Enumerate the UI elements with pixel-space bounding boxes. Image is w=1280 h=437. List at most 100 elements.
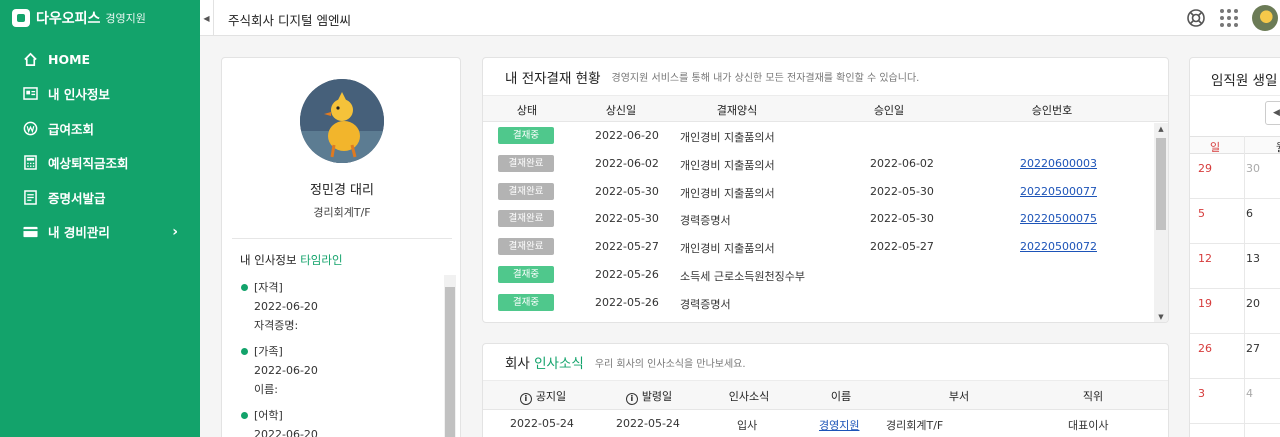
column-header-label: 발령일 <box>641 390 673 403</box>
calendar-week: 5 6 <box>1190 199 1280 244</box>
scrollbar-thumb[interactable] <box>445 287 455 437</box>
calendar-weekdays: 일 월 <box>1190 136 1280 154</box>
weekday-sun: 일 <box>1210 141 1221 154</box>
sidebar-item-severance[interactable]: 예상퇴직금조회 <box>0 146 200 181</box>
calendar-day[interactable]: 3 <box>1198 387 1205 400</box>
calendar-day[interactable]: 6 <box>1246 207 1253 220</box>
calendar-day[interactable]: 4 <box>1246 387 1253 400</box>
table-row[interactable]: 결재완료 2022-05-27 개인경비 지출품의서 2022-05-27 20… <box>483 233 1168 261</box>
info-icon[interactable]: i <box>625 393 638 405</box>
table-row[interactable]: 결재중 2022-06-20 개인경비 지출품의서 <box>483 122 1168 150</box>
sidebar-item-home[interactable]: HOME <box>0 42 200 77</box>
won-coin-icon <box>22 120 38 136</box>
notice-date: 2022-05-24 <box>510 417 574 430</box>
profile-card: 정민경 대리 경리회계T/F 내 인사정보 타임라인 [자격] 2022-06-… <box>221 57 461 437</box>
column-header: 상신일 <box>605 104 637 117</box>
brand-name: 다우오피스 <box>36 11 101 27</box>
form-name: 소득세 근로소득원천징수부 <box>680 269 805 283</box>
divider <box>1190 95 1280 96</box>
timeline-detail: 자격증명: <box>254 319 299 332</box>
calendar-day[interactable]: 12 <box>1198 252 1212 265</box>
news-table-header: i 공지일 i 발령일 인사소식 이름 부서 직위 <box>483 381 1168 410</box>
column-header: 승인일 <box>873 104 905 117</box>
company-name: 주식회사 디지털 엠엔씨 <box>228 13 351 28</box>
timeline-item[interactable]: [가족] 2022-06-20 이름: <box>240 342 440 399</box>
sidebar-item-label: 내 인사정보 <box>48 87 110 103</box>
scrollbar-thumb[interactable] <box>1156 138 1166 230</box>
calendar-day[interactable]: 30 <box>1246 162 1260 175</box>
sidebar-item-expense[interactable]: 내 경비관리 › <box>0 215 200 250</box>
approval-description: 경영지원 서비스를 통해 내가 상신한 모든 전자결재를 확인할 수 있습니다. <box>611 73 920 84</box>
sidebar-item-label: 내 경비관리 <box>48 225 110 241</box>
timeline-dot-icon <box>241 412 248 419</box>
wallet-icon <box>22 224 38 240</box>
sidebar-item-certificate[interactable]: 증명서발급 <box>0 180 200 215</box>
hr-timeline: [자격] 2022-06-20 자격증명: [가족] 2022-06-20 이름… <box>240 278 440 437</box>
user-avatar[interactable] <box>1252 5 1278 31</box>
calculator-icon <box>22 155 38 171</box>
timeline-scrollbar[interactable] <box>444 275 456 437</box>
sidebar-item-payroll[interactable]: 급여조회 <box>0 111 200 146</box>
status-badge: 결재완료 <box>498 210 554 228</box>
card-header: 회사 인사소식 우리 회사의 인사소식을 만나보세요. <box>483 344 1168 381</box>
approval-table-body: 결재중 2022-06-20 개인경비 지출품의서 결재완료 2022-06-0… <box>483 122 1168 317</box>
timeline-title-text: 내 인사정보 <box>240 253 297 267</box>
form-name: 개인경비 지출품의서 <box>680 158 775 172</box>
home-icon <box>22 51 38 67</box>
table-row[interactable]: 결재완료 2022-06-02 개인경비 지출품의서 2022-06-02 20… <box>483 150 1168 178</box>
employee-name-link[interactable]: 경영지원 <box>819 417 859 433</box>
prev-month-button[interactable]: ◀ <box>1265 101 1280 125</box>
profile-name: 정민경 대리 <box>310 183 374 198</box>
collapse-sidebar-button[interactable]: ◀ <box>200 0 214 36</box>
calendar-day[interactable]: 5 <box>1198 207 1205 220</box>
approval-number-link[interactable]: 20220500075 <box>1020 212 1097 225</box>
form-name: 개인경비 지출품의서 <box>680 186 775 200</box>
scroll-up-icon[interactable]: ▲ <box>1154 123 1168 135</box>
calendar-day[interactable]: 26 <box>1198 342 1212 355</box>
timeline-dot-icon <box>241 284 248 291</box>
status-badge: 결재완료 <box>498 238 554 256</box>
submitted-date: 2022-06-20 <box>595 129 659 142</box>
timeline-title-highlight: 타임라인 <box>300 253 343 267</box>
approval-status-card: 내 전자결재 현황 경영지원 서비스를 통해 내가 상신한 모든 전자결재를 확… <box>482 57 1169 323</box>
weekday-mon: 월 <box>1276 139 1280 155</box>
profile-department: 경리회계T/F <box>313 206 371 219</box>
sidebar-item-label: HOME <box>48 51 91 67</box>
scroll-down-icon[interactable]: ▼ <box>1154 311 1168 322</box>
id-card-icon <box>22 86 38 102</box>
column-header-label: 공지일 <box>535 390 567 403</box>
table-row[interactable]: 2022-05-24 2022-05-24 입사 경영지원 경리회계T/F 대표… <box>483 410 1168 437</box>
sidebar-item-my-hr-info[interactable]: 내 인사정보 <box>0 77 200 112</box>
calendar-day[interactable]: 20 <box>1246 297 1260 310</box>
timeline-item[interactable]: [어학] 2022-06-20 <box>240 406 440 437</box>
table-row[interactable]: 결재완료 2022-05-30 개인경비 지출품의서 2022-05-30 20… <box>483 178 1168 206</box>
table-row[interactable]: 결재중 2022-05-26 경력증명서 <box>483 289 1168 317</box>
profile-photo <box>300 79 384 163</box>
logo[interactable]: 다우오피스 경영지원 <box>0 0 200 36</box>
top-actions <box>1186 0 1280 36</box>
help-icon[interactable] <box>1186 8 1206 28</box>
timeline-item[interactable]: [자격] 2022-06-20 자격증명: <box>240 278 440 335</box>
column-header: 인사소식 <box>728 390 770 403</box>
top-bar: ◀ 주식회사 디지털 엠엔씨 <box>200 0 1280 36</box>
department: 경리회계T/F <box>886 419 944 432</box>
status-badge: 결재중 <box>498 265 554 283</box>
calendar-day[interactable]: 27 <box>1246 342 1260 355</box>
calendar-day[interactable]: 19 <box>1198 297 1212 310</box>
info-icon[interactable]: i <box>519 393 532 405</box>
column-header: 상태 <box>516 104 538 117</box>
hr-news-card: 회사 인사소식 우리 회사의 인사소식을 만나보세요. i 공지일 i 발령일 인사… <box>482 343 1169 437</box>
certificate-icon <box>22 189 38 205</box>
apps-grid-icon[interactable] <box>1220 9 1238 27</box>
sidebar-item-label: 증명서발급 <box>48 190 106 206</box>
approval-number-link[interactable]: 20220500077 <box>1020 185 1097 198</box>
calendar-week: 12 13 <box>1190 244 1280 289</box>
table-row[interactable]: 결재중 2022-05-26 소득세 근로소득원천징수부 <box>483 261 1168 289</box>
calendar-day[interactable]: 29 <box>1198 162 1212 175</box>
calendar-day[interactable]: 13 <box>1246 252 1260 265</box>
table-row[interactable]: 결재완료 2022-05-30 경력증명서 2022-05-30 2022050… <box>483 205 1168 233</box>
approval-number-link[interactable]: 20220500072 <box>1020 240 1097 253</box>
approval-number-link[interactable]: 20220600003 <box>1020 157 1097 170</box>
calendar-week: 19 20 <box>1190 289 1280 334</box>
approval-scrollbar[interactable]: ▲ ▼ <box>1154 123 1168 322</box>
